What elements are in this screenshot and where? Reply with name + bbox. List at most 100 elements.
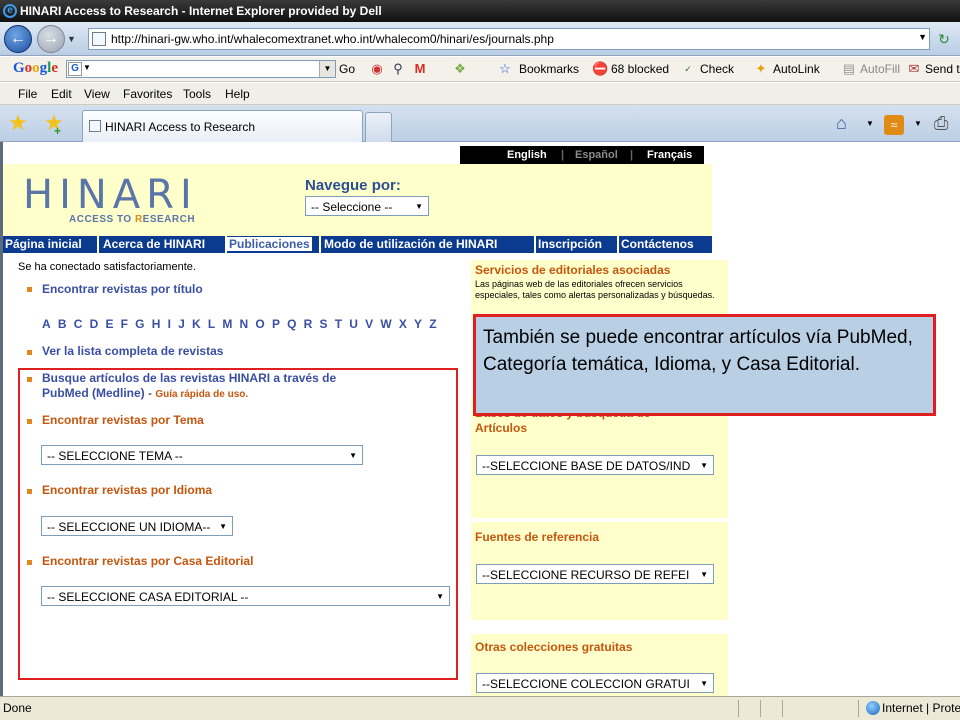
google-go-button[interactable]: Go [339,62,355,76]
letter-link[interactable]: H [152,317,161,331]
google-logo: Google [13,60,59,76]
new-tab-button[interactable] [365,112,392,142]
letter-link[interactable]: A [42,317,51,331]
letter-link[interactable]: L [208,317,215,331]
autolink-icon[interactable]: ✦ [753,61,769,77]
letter-link[interactable]: Y [414,317,422,331]
popup-blocker-icon[interactable]: ⛔ [592,61,608,77]
letter-link[interactable]: U [349,317,358,331]
letter-link[interactable]: B [58,317,67,331]
letter-link[interactable]: G [135,317,144,331]
search-icon[interactable]: ⚲ [390,61,406,77]
letter-link[interactable]: I [168,317,171,331]
menu-file[interactable]: File [18,87,37,101]
letter-link[interactable]: N [240,317,249,331]
refresh-button[interactable]: ↻ [934,29,954,49]
letter-link[interactable]: Z [429,317,436,331]
url-text[interactable]: http://hinari-gw.who.int/whalecomextrane… [111,32,554,46]
back-button[interactable]: ← [4,25,32,53]
chevron-down-icon[interactable]: ▼ [700,679,708,688]
chevron-down-icon[interactable]: ▼ [918,32,927,42]
autolink-button[interactable]: AutoLink [773,62,820,76]
bookmarks-button[interactable]: Bookmarks [519,62,579,76]
reference-select[interactable]: --SELECCIONE RECURSO DE REFEI ▼ [476,564,714,584]
favorites-center-icon[interactable]: ★ [8,111,28,135]
free-collections-select[interactable]: --SELECCIONE COLECCION GRATUI ▼ [476,673,714,693]
alphabet-index: ABCDEFGHIJKLMNOPQRSTUVWXYZ [42,317,444,331]
recent-pages-dropdown-icon[interactable]: ▼ [67,34,76,44]
pagerank-icon[interactable]: ◉ [369,61,385,77]
letter-link[interactable]: K [192,317,201,331]
gmail-icon[interactable]: M [412,61,428,77]
tab-hinari[interactable]: HINARI Access to Research [82,110,363,142]
chevron-down-icon[interactable]: ▼ [83,63,91,72]
menu-help[interactable]: Help [225,87,250,101]
menu-edit[interactable]: Edit [51,87,72,101]
browse-by-select[interactable]: -- Seleccione -- ▼ [305,196,429,216]
nav-contact[interactable]: Contáctenos [621,237,694,251]
letter-link[interactable]: V [365,317,373,331]
google-search-input[interactable]: G ▼ ▼ [66,60,336,78]
nav-usage[interactable]: Modo de utilización de HINARI [324,237,497,251]
spell-check-button[interactable]: Check [700,62,734,76]
letter-link[interactable]: R [304,317,313,331]
letter-link[interactable]: T [335,317,342,331]
letter-link[interactable]: X [399,317,407,331]
home-icon[interactable]: ⌂ [836,113,847,133]
chevron-down-icon[interactable]: ▼ [914,119,922,128]
nav-publications[interactable]: Publicaciones [227,237,312,251]
highlight-annotation-box [18,368,458,680]
status-pane [738,700,739,717]
google-g-icon[interactable]: G [68,62,82,76]
lang-french[interactable]: Français [647,149,692,161]
send-to-button[interactable]: Send to [925,62,960,76]
lang-spanish[interactable]: Español [575,149,618,161]
full-list-link[interactable]: Ver la lista completa de revistas [42,344,223,358]
print-icon[interactable]: ⎙ [934,113,948,133]
lang-english[interactable]: English [507,149,547,161]
address-bar[interactable]: http://hinari-gw.who.int/whalecomextrane… [88,28,930,50]
letter-link[interactable]: Q [287,317,296,331]
chevron-down-icon[interactable]: ▼ [319,61,335,77]
add-favorite-icon[interactable]: ★ + [44,111,64,139]
nav-about[interactable]: Acerca de HINARI [103,237,205,251]
letter-link[interactable]: O [255,317,264,331]
spellcheck-icon[interactable]: ✓ [680,61,696,77]
letter-link[interactable]: J [178,317,185,331]
bookmarks-star-icon[interactable]: ☆ [497,61,513,77]
nav-home[interactable]: Página inicial [5,237,82,251]
letter-link[interactable]: W [380,317,391,331]
send-to-icon[interactable]: ✉ [906,61,922,77]
bullet-icon [27,287,32,292]
letter-link[interactable]: D [90,317,99,331]
feeds-icon[interactable]: ≈ [884,115,904,135]
autofill-icon[interactable]: ▤ [841,61,857,77]
publisher-services-panel: Servicios de editoriales asociadas Las p… [471,260,728,320]
chevron-down-icon[interactable]: ▼ [866,119,874,128]
gadget-icon[interactable]: ❖ [452,61,468,77]
find-by-title-link[interactable]: Encontrar revistas por título [42,282,203,296]
letter-link[interactable]: E [105,317,113,331]
letter-link[interactable]: S [320,317,328,331]
security-zone[interactable]: Internet | Protected [882,701,960,715]
tab-label: HINARI Access to Research [105,120,256,134]
autofill-button[interactable]: AutoFill [860,62,900,76]
databases-select[interactable]: --SELECCIONE BASE DE DATOS/IND ▼ [476,455,714,475]
lang-separator: | [561,149,565,161]
chevron-down-icon[interactable]: ▼ [415,202,423,211]
menu-view[interactable]: View [84,87,110,101]
menu-tools[interactable]: Tools [183,87,211,101]
chevron-down-icon[interactable]: ▼ [700,570,708,579]
nav-registration[interactable]: Inscripción [538,237,602,251]
publisher-services-title[interactable]: Servicios de editoriales asociadas [475,263,670,277]
letter-link[interactable]: C [74,317,83,331]
letter-link[interactable]: M [222,317,232,331]
chevron-down-icon[interactable]: ▼ [700,461,708,470]
letter-link[interactable]: F [121,317,128,331]
menu-favorites[interactable]: Favorites [123,87,172,101]
letter-link[interactable]: P [272,317,280,331]
popup-blocked-count[interactable]: 68 blocked [611,62,669,76]
status-pane [858,700,859,717]
hinari-logo[interactable]: HINARI ACCESS TO RESEARCH [23,175,198,225]
forward-button[interactable]: → [37,25,65,53]
